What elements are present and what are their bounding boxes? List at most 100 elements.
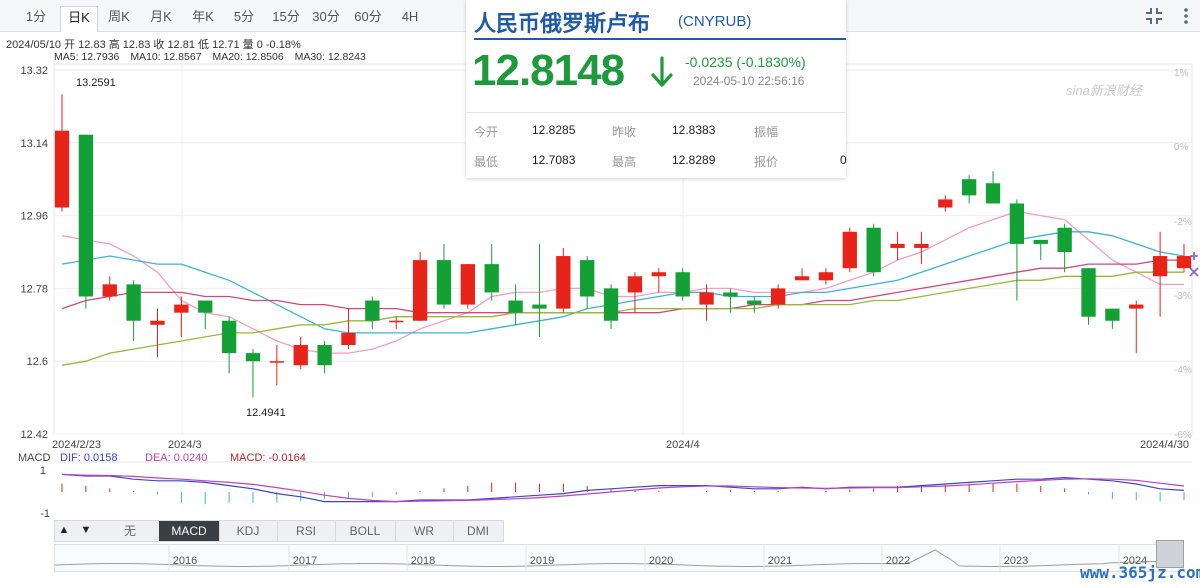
candle-body [341, 332, 356, 346]
candle-body [1152, 256, 1168, 277]
high-annotation: 13.2591 [76, 77, 116, 89]
candle-body [556, 256, 571, 309]
candle-body [771, 288, 786, 305]
candle-body [150, 320, 165, 325]
sina-watermark: sina新浪财经 [1066, 83, 1142, 98]
candle-body [866, 227, 881, 273]
popup-code: (CNYRUB) [678, 13, 752, 30]
macd-value-label: MACD: -0.0164 [230, 452, 306, 464]
candle-body [1081, 268, 1096, 317]
candle-body [484, 264, 499, 293]
candle-body [1129, 304, 1144, 309]
candle-body [198, 300, 213, 313]
stat-label: 报价 [754, 155, 779, 169]
candle-body [460, 264, 475, 305]
stat-label: 振幅 [754, 125, 779, 139]
quote-popup: 人民币俄罗斯卢布 (CNYRUB) 12.8148 -0.0235 (-0.18… [466, 0, 847, 179]
candle-body [221, 320, 237, 354]
navigator-year-label: 2021 [768, 555, 792, 567]
pct-tick-label: -3% [1174, 291, 1192, 302]
macd-dea-label: DEA: 0.0240 [145, 452, 207, 464]
candle-body [747, 300, 762, 305]
y-tick-label: 12.42 [20, 429, 48, 441]
indicator-tab[interactable]: RSI [277, 521, 336, 541]
y-tick-label: 12.96 [20, 211, 48, 223]
navigator-year-label: 2020 [649, 555, 673, 567]
pct-tick-label: -2% [1174, 217, 1192, 228]
popup-stats: 今开 12.8285 昨收 12.8383 振幅 最低 12.7083 最高 1… [466, 112, 847, 179]
y-tick-label: 12.78 [20, 283, 48, 295]
indicator-tab[interactable]: MACD [159, 521, 220, 541]
candle-body [126, 284, 141, 321]
candle-body [723, 292, 738, 297]
navigator-year-label: 2016 [173, 555, 197, 567]
candle-body [580, 260, 595, 297]
candle-body [985, 183, 1001, 204]
stat-value: 0 [840, 153, 847, 167]
stat-value: 12.8383 [672, 123, 716, 137]
stat-label: 昨收 [612, 125, 637, 139]
navigator-year-label: 2019 [530, 555, 554, 567]
candle-body [818, 272, 834, 281]
scroll-down-button[interactable]: ▼ [76, 520, 96, 540]
candle-body [532, 304, 547, 309]
indicator-tab[interactable]: BOLL [335, 521, 396, 541]
indicator-tab[interactable]: KDJ [219, 521, 278, 541]
candle-body [651, 272, 666, 277]
popup-title: 人民币俄罗斯卢布 [474, 11, 651, 36]
x-tick-label: 2024/2/23 [52, 439, 101, 451]
stat-value: 12.8285 [532, 123, 576, 137]
candle-body [1033, 239, 1048, 244]
candle-body [603, 288, 619, 321]
candle-body [675, 272, 690, 297]
popup-divider [474, 38, 846, 40]
pct-tick-label: 1% [1174, 68, 1189, 79]
popup-price: 12.8148 [472, 46, 625, 95]
candle-body [245, 353, 261, 362]
candle-body [794, 276, 810, 281]
indicator-tab-bar: 无 MACD KDJ RSI BOLL WR DMI [54, 520, 504, 542]
stat-label: 最高 [612, 155, 637, 169]
macd-y-tick: -1 [40, 508, 50, 520]
down-arrow-icon [650, 52, 674, 92]
ma-line-ma20 [61, 259, 1184, 314]
popup-change: -0.0235 (-0.1830%) [685, 54, 806, 70]
candle-body [174, 304, 189, 313]
pct-tick-label: -4% [1174, 365, 1192, 376]
navigator-year-label: 2023 [1004, 555, 1028, 567]
pct-tick-label: 0% [1174, 142, 1189, 153]
candle-body [842, 231, 857, 269]
candle-body [627, 276, 643, 293]
candle-body [508, 300, 523, 313]
time-navigator[interactable]: 2016 2017 2018 2019 2020 2021 2022 2023 2024 [54, 544, 1184, 572]
indicator-tab[interactable]: WR [395, 521, 454, 541]
popup-time: 2024-05-10 22:56:16 [693, 74, 805, 88]
side-panel-toggle[interactable] [1188, 250, 1200, 280]
stat-label: 最低 [474, 155, 499, 169]
candle-body [389, 320, 404, 323]
y-tick-label: 13.32 [20, 65, 48, 77]
stat-label: 今开 [474, 125, 499, 139]
candle-body [938, 199, 953, 208]
candle-body [78, 134, 94, 297]
candle-body [436, 260, 452, 305]
x-tick-label: 2024/3 [168, 439, 202, 451]
candle-body [1105, 308, 1120, 321]
navigator-year-label: 2017 [293, 555, 317, 567]
indicator-tab[interactable]: DMI [453, 521, 504, 541]
candle-body [269, 361, 285, 363]
candle-body [914, 243, 929, 248]
candle-body [890, 243, 905, 248]
navigator-year-label: 2018 [411, 555, 435, 567]
candle-body [365, 300, 380, 321]
indicator-tab[interactable]: 无 [101, 521, 160, 541]
x-tick-label: 2024/4 [666, 439, 700, 451]
scroll-up-button[interactable]: ▲ [54, 520, 74, 540]
candle-body [102, 284, 117, 297]
candle-body [54, 130, 70, 208]
candle-body [412, 260, 428, 321]
candle-body [1057, 227, 1072, 252]
stat-value: 12.7083 [532, 153, 576, 167]
site-watermark: www.365jz.com [1080, 563, 1200, 582]
macd-label: MACD [18, 452, 50, 464]
